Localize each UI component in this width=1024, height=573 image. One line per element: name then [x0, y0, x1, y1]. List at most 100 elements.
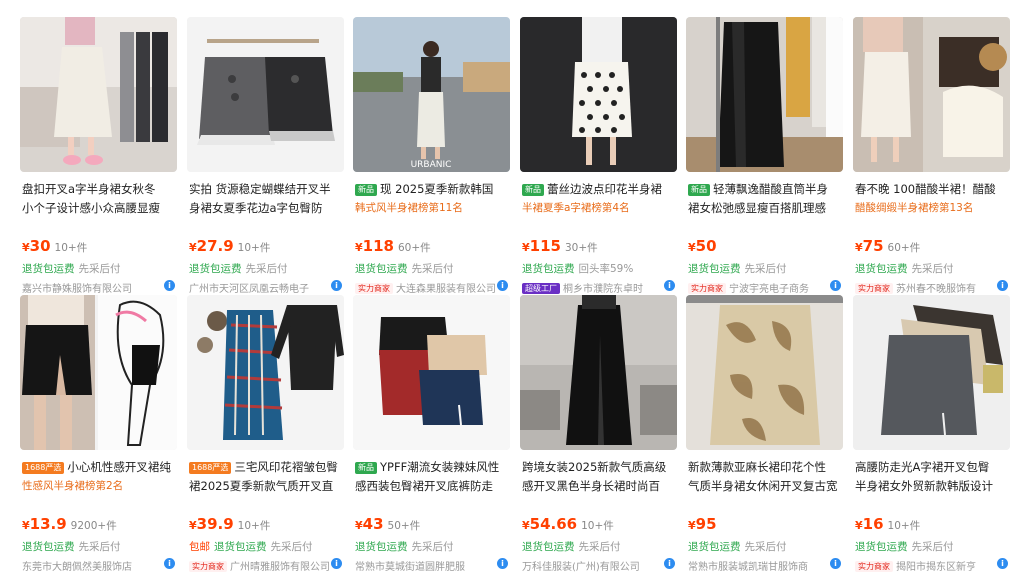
sales-count: 9200+件 — [70, 520, 117, 532]
price: 39.9 — [196, 515, 234, 533]
strength-merchant-badge: 实力商家 — [855, 283, 893, 294]
free-return-tag: 退货包运费 — [855, 541, 908, 553]
shop-name[interactable]: 实力商家 宁波宇亮电子商务 — [688, 280, 844, 295]
title-line-1: 跨境女装2025新款气质高级 — [522, 460, 667, 474]
product-image[interactable] — [520, 295, 677, 450]
product-card[interactable]: 新品 轻薄飘逸醋酸直筒半身 裙女松弛感显瘦百搭肌理感 ¥50 退货包运费 先采后付 … — [686, 17, 843, 295]
product-title[interactable]: 新品 蕾丝边波点印花半身裙 半裙夏季a字裙榜第4名 — [522, 180, 678, 218]
product-image[interactable] — [686, 17, 843, 172]
shop-name[interactable]: 实力商家 揭阳市揭东区新亨 — [855, 558, 1011, 573]
currency-symbol: ¥ — [22, 519, 30, 532]
product-title[interactable]: 新品 轻薄飘逸醋酸直筒半身 裙女松弛感显瘦百搭肌理感 — [688, 180, 844, 218]
currency-symbol: ¥ — [855, 241, 863, 254]
product-image[interactable] — [187, 17, 344, 172]
shop-name[interactable]: 实力商家 大连森果服装有限公司 — [355, 280, 511, 295]
product-card[interactable]: 1688严选 小心机性感开叉裙纯 性感风半身裙榜第2名 ¥13.9 9200+件 退… — [20, 295, 177, 573]
product-title[interactable]: 高腰防走光A字裙开叉包臀 半身裙女外贸新款韩版设计 — [855, 458, 1011, 496]
currency-symbol: ¥ — [688, 519, 696, 532]
sales-count: 10+件 — [887, 520, 921, 532]
product-image[interactable] — [520, 17, 677, 172]
sales-count: 50+件 — [387, 520, 421, 532]
sales-count: 60+件 — [397, 242, 431, 254]
title-line-1: 新品 YPFF潮流女装辣妹风性 — [355, 458, 511, 477]
shop-name[interactable]: 超级工厂 桐乡市濮院东卓时 — [522, 280, 678, 295]
product-title[interactable]: 新款薄款亚麻长裙印花个性 气质半身裙女休闲开叉复古宽 — [688, 458, 844, 496]
shop-name-text: 大连森果服装有限公司 — [396, 284, 496, 295]
price: 16 — [862, 515, 884, 533]
product-title[interactable]: 跨境女装2025新款气质高级 感开叉黑色半身长裙时尚百 — [522, 458, 678, 496]
price-row: ¥75 60+件 — [855, 236, 1011, 255]
service-tags: 退货包运费 先采后付 — [688, 261, 844, 276]
info-icon[interactable]: i — [497, 280, 508, 291]
product-card[interactable]: 春不晚 100醋酸半裙！醋酸 醋酸绸缎半身裙榜第13名 ¥75 60+件 退货包运… — [853, 17, 1010, 295]
shop-name[interactable]: 常熟市服装城凯瑞甘服饰商 — [688, 558, 844, 573]
sales-count: 10+件 — [581, 520, 614, 532]
product-title[interactable]: 春不晚 100醋酸半裙！醋酸 醋酸绸缎半身裙榜第13名 — [855, 180, 1011, 218]
shop-name[interactable]: 嘉兴市静姝服饰有限公司 — [22, 280, 178, 295]
free-return-tag: 退货包运费 — [855, 263, 908, 275]
product-title[interactable]: 实拍 货源稳定蝴蝶结开叉半 身裙女夏季花边a字包臀防 — [189, 180, 345, 218]
info-icon[interactable]: i — [830, 280, 841, 291]
service-tags: 退货包运费 先采后付 — [355, 261, 511, 276]
currency-symbol: ¥ — [855, 519, 863, 532]
pay-later-tag: 先采后付 — [911, 263, 954, 275]
info-icon[interactable]: i — [664, 280, 675, 291]
product-image[interactable] — [853, 17, 1010, 172]
product-title[interactable]: 盘扣开叉a字半身裙女秋冬 小个子设计感小众高腰显瘦 — [22, 180, 178, 218]
title-text: 现 2025夏季新款韩国 — [380, 182, 494, 196]
title-line-1: 盘扣开叉a字半身裙女秋冬 — [22, 182, 156, 196]
rank-line: 半裙夏季a字裙榜第4名 — [522, 202, 630, 214]
product-card[interactable]: 盘扣开叉a字半身裙女秋冬 小个子设计感小众高腰显瘦 ¥30 10+件 退货包运费先… — [20, 17, 177, 295]
product-title[interactable]: 新品 YPFF潮流女装辣妹风性 感西装包臀裙开叉底裤防走 — [355, 458, 511, 496]
currency-symbol: ¥ — [522, 519, 530, 532]
title-text: 轻薄飘逸醋酸直筒半身 — [713, 182, 828, 196]
product-image[interactable] — [853, 295, 1010, 450]
product-card[interactable]: 新品 蕾丝边波点印花半身裙 半裙夏季a字裙榜第4名 ¥115 30+件 退货包运费回… — [520, 17, 677, 295]
price-row: ¥16 10+件 — [855, 514, 1011, 533]
price: 54.66 — [529, 515, 578, 533]
product-image[interactable] — [187, 295, 344, 450]
shop-name[interactable]: 广州市天河区凤凰云畅电子 — [189, 280, 345, 295]
product-card[interactable]: 高腰防走光A字裙开叉包臀 半身裙女外贸新款韩版设计 ¥16 10+件 退货包运费先… — [853, 295, 1010, 573]
product-card[interactable]: 跨境女装2025新款气质高级 感开叉黑色半身长裙时尚百 ¥54.66 10+件 退… — [520, 295, 677, 573]
title-line-2: 半身裙女外贸新款韩版设计 — [855, 479, 993, 493]
product-image[interactable]: URBANIC — [353, 17, 510, 172]
product-card[interactable]: URBANIC 新品现 2025夏季新款韩国 韩式风半身裙榜第11名 ¥118 6… — [353, 17, 510, 295]
info-icon[interactable]: i — [997, 280, 1008, 291]
title-text: 三宅风印花褶皱包臀 — [234, 460, 338, 474]
service-tags: 退货包运费 先采后付 — [522, 539, 678, 554]
shop-name[interactable]: 东莞市大朗佩然美服饰店 — [22, 558, 178, 573]
product-title[interactable]: 1688严选 小心机性感开叉裙纯 性感风半身裙榜第2名 — [22, 458, 178, 496]
product-image[interactable] — [20, 17, 177, 172]
sales-count: 10+件 — [54, 242, 88, 254]
free-return-tag: 退货包运费 — [22, 541, 75, 553]
shop-name[interactable]: 实力商家 广州晴雅服饰有限公司 — [189, 558, 345, 573]
rank-line: 醋酸绸缎半身裙榜第13名 — [855, 202, 974, 214]
product-card[interactable]: 新品 YPFF潮流女装辣妹风性 感西装包臀裙开叉底裤防走 ¥43 50+件 退货包运… — [353, 295, 510, 573]
currency-symbol: ¥ — [355, 241, 363, 254]
new-badge: 新品 — [522, 184, 544, 196]
shop-name[interactable]: 常熟市莫城街道圆胖肥服 — [355, 558, 511, 573]
price: 13.9 — [29, 515, 67, 533]
title-text: 蕾丝边波点印花半身裙 — [547, 182, 662, 196]
shop-name-text: 桐乡市濮院东卓时 — [563, 284, 643, 295]
info-icon[interactable]: i — [331, 280, 342, 291]
title-line-1: 实拍 货源稳定蝴蝶结开叉半 — [189, 182, 331, 196]
title-line-1: 春不晚 100醋酸半裙！醋酸 — [855, 182, 996, 196]
product-card[interactable]: 1688严选 三宅风印花褶皱包臀 裙2025夏季新款气质开叉直 ¥39.9 10+件… — [187, 295, 344, 573]
shop-name[interactable]: 实力商家 苏州春不晚服饰有 — [855, 280, 1011, 295]
product-image[interactable] — [353, 295, 510, 450]
price-row: ¥30 10+件 — [22, 236, 178, 255]
title-line-1: 1688严选 三宅风印花褶皱包臀 — [189, 458, 345, 477]
product-card[interactable]: 实拍 货源稳定蝴蝶结开叉半 身裙女夏季花边a字包臀防 ¥27.9 10+件 退货包… — [187, 17, 344, 295]
shop-name-text: 嘉兴市静姝服饰有限公司 — [22, 284, 132, 295]
shop-name[interactable]: 万科佳服装(广州)有限公司 — [522, 558, 678, 573]
product-image[interactable] — [20, 295, 177, 450]
product-image[interactable] — [686, 295, 843, 450]
free-return-tag: 退货包运费 — [22, 263, 75, 275]
product-title[interactable]: 1688严选 三宅风印花褶皱包臀 裙2025夏季新款气质开叉直 — [189, 458, 345, 496]
product-card[interactable]: 新款薄款亚麻长裙印花个性 气质半身裙女休闲开叉复古宽 ¥95 退货包运费 先采后付… — [686, 295, 843, 573]
info-icon[interactable]: i — [164, 280, 175, 291]
product-title[interactable]: 新品现 2025夏季新款韩国 韩式风半身裙榜第11名 — [355, 180, 511, 218]
price-row: ¥118 60+件 — [355, 236, 511, 255]
